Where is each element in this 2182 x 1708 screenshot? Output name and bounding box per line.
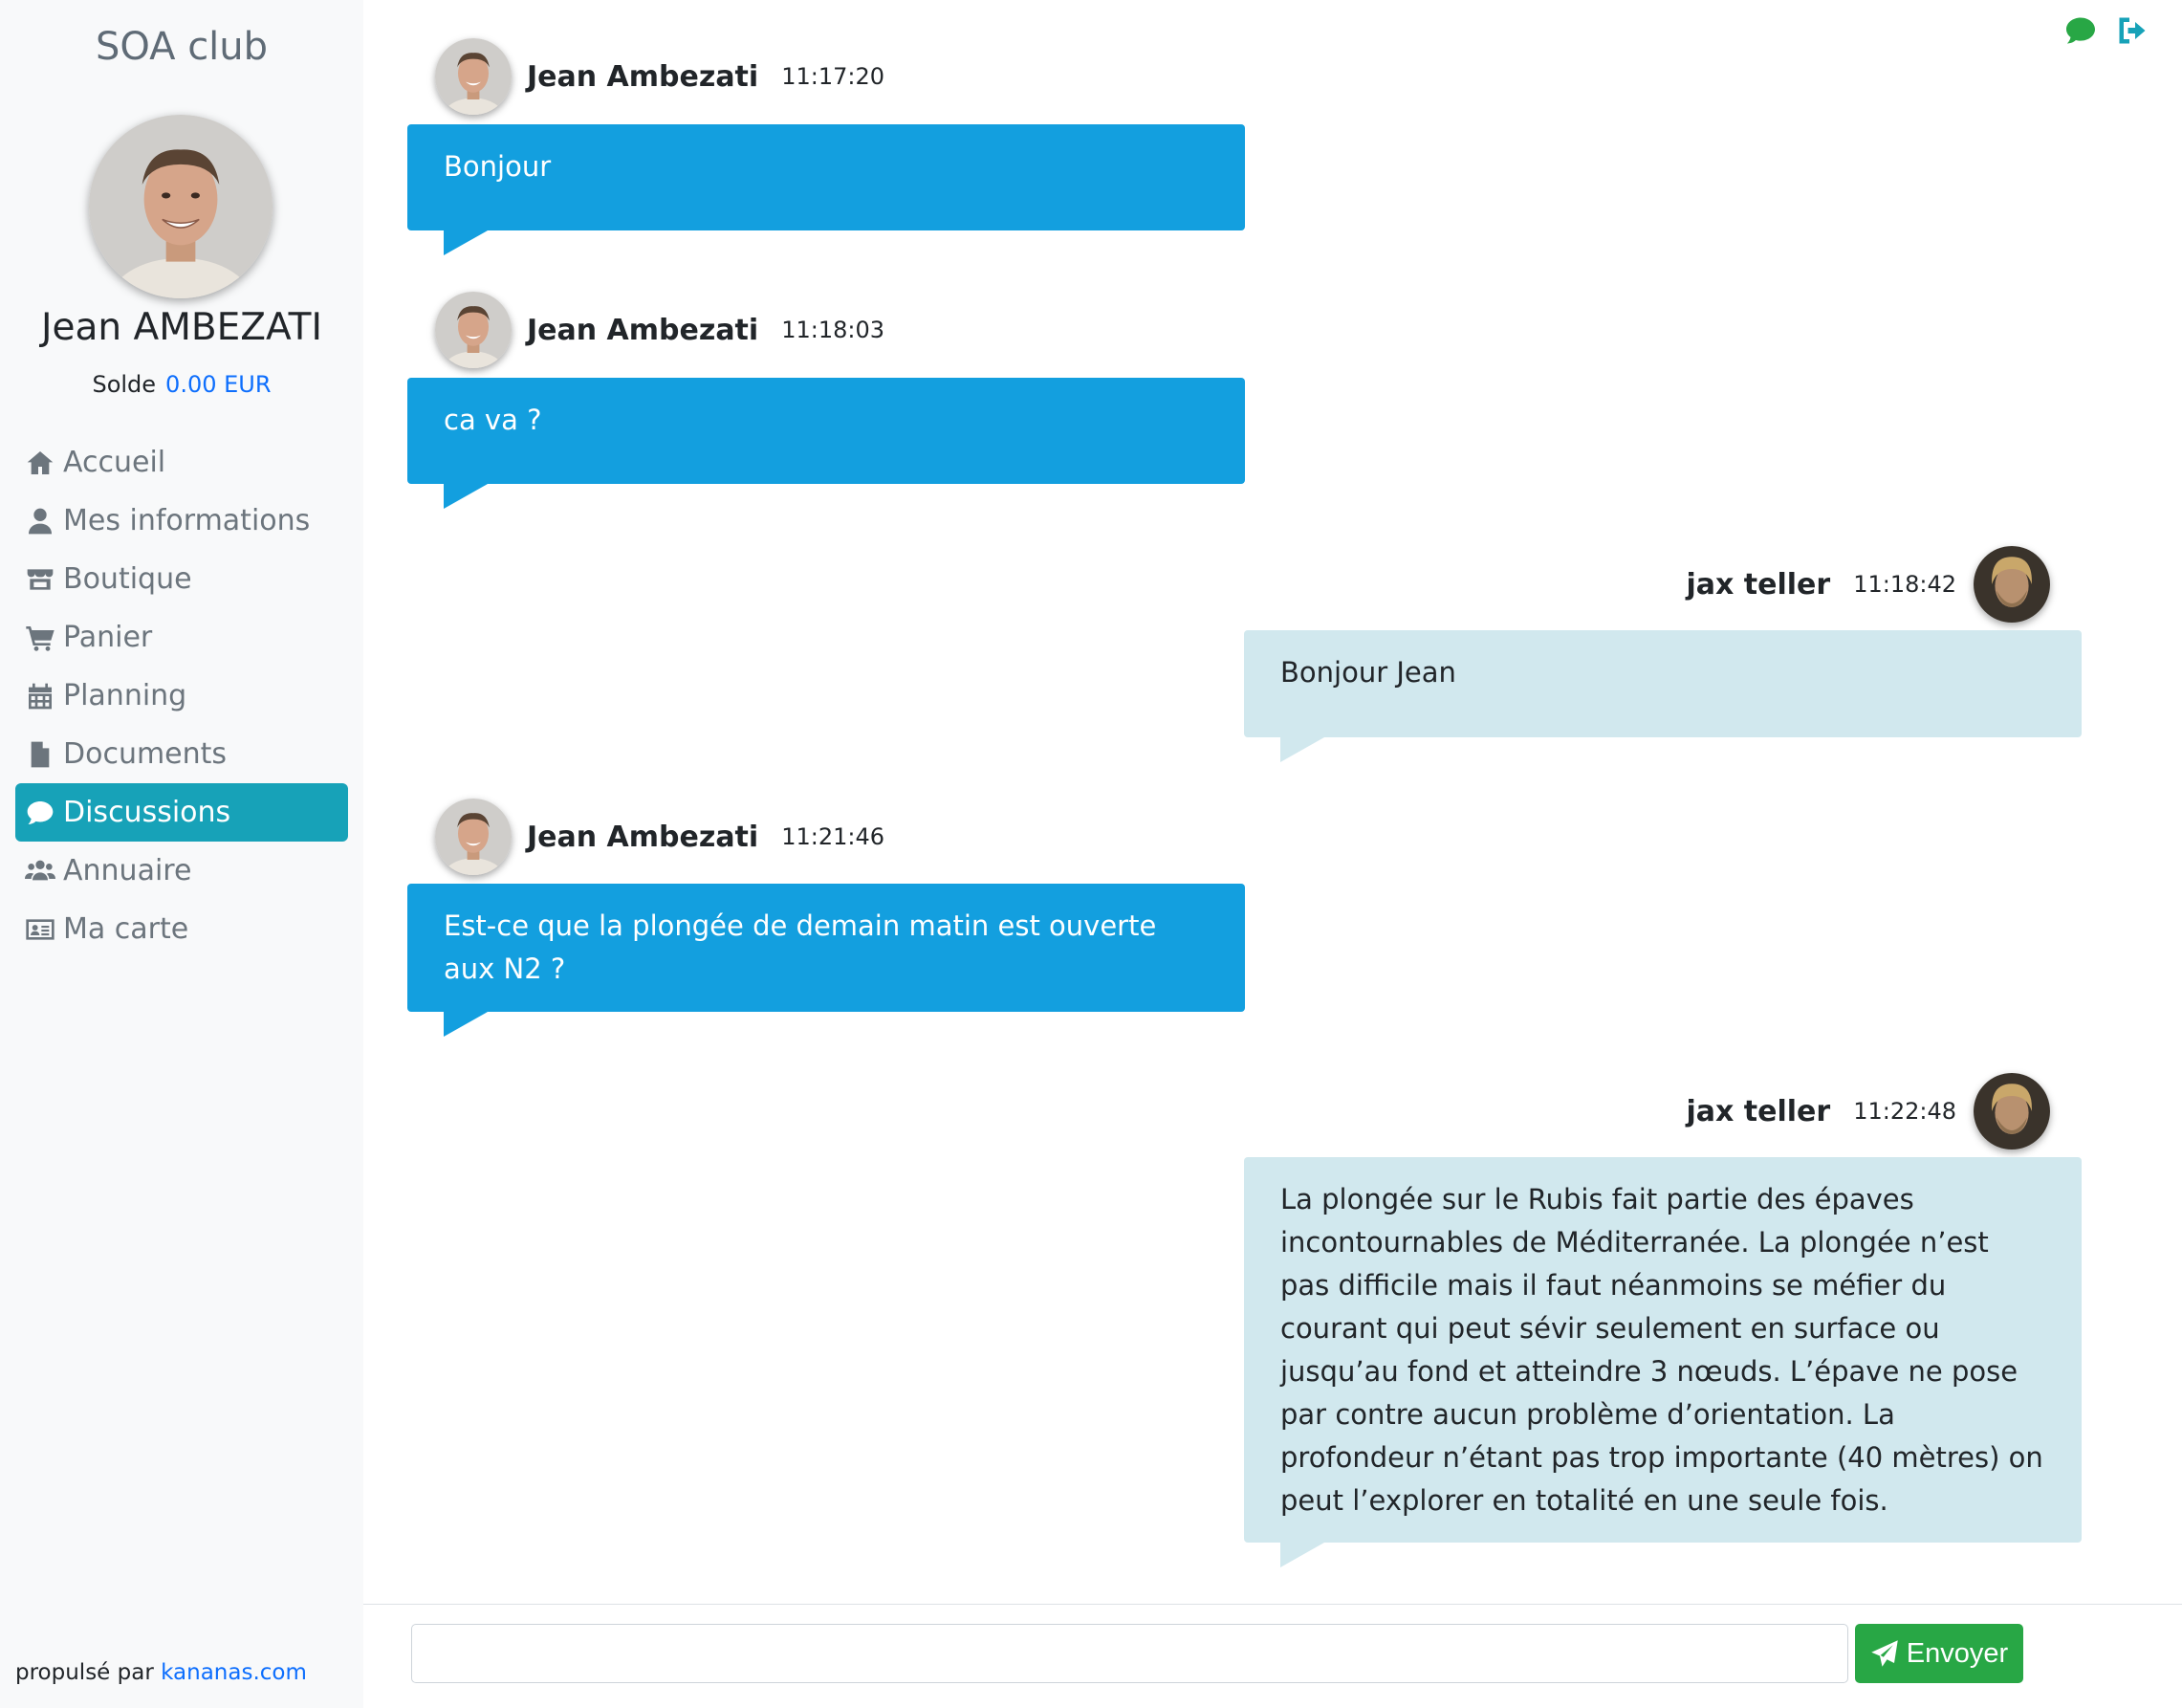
top-actions xyxy=(2063,13,2149,48)
send-icon xyxy=(1871,1640,1898,1667)
message-bubble: Bonjour Jean xyxy=(1244,630,2082,762)
nav-item-label: Documents xyxy=(63,737,228,771)
main-nav: Accueil Mes informations Boutique Panier… xyxy=(15,433,348,958)
message-bubble: Est-ce que la plongée de demain matin es… xyxy=(407,884,1245,1037)
message-text: Bonjour xyxy=(444,150,552,183)
nav-item-label: Annuaire xyxy=(63,854,192,887)
message-text: La plongée sur le Rubis fait partie des … xyxy=(1280,1183,2043,1517)
nav-item-documents[interactable]: Documents xyxy=(15,725,348,783)
nav-item-ma-carte[interactable]: Ma carte xyxy=(15,900,348,958)
file-icon xyxy=(23,737,57,772)
nav-item-accueil[interactable]: Accueil xyxy=(15,433,348,492)
nav-item-planning[interactable]: Planning xyxy=(15,667,348,725)
message-bubble: ca va ? xyxy=(407,378,1245,509)
balance: Solde 0.00 EUR xyxy=(0,371,363,398)
calendar-icon xyxy=(23,679,57,713)
avatar[interactable] xyxy=(1974,1073,2050,1150)
message-header: jax teller 11:18:42 xyxy=(1686,546,2050,623)
message-bubble: Bonjour xyxy=(407,124,1245,255)
users-icon xyxy=(23,854,57,888)
message-time: 11:18:03 xyxy=(781,317,884,343)
message-header: Jean Ambezati 11:21:46 xyxy=(435,799,884,875)
message-input[interactable] xyxy=(411,1624,1848,1683)
home-icon xyxy=(23,446,57,480)
message-time: 11:21:46 xyxy=(781,823,884,850)
powered-by: propulsé par kananas.com xyxy=(15,1660,307,1685)
profile-name: Jean AMBEZATI xyxy=(41,306,322,349)
nav-item-label: Mes informations xyxy=(63,504,311,537)
avatar[interactable] xyxy=(1974,546,2050,623)
message-time: 11:18:42 xyxy=(1853,571,1956,598)
nav-item-mes-informations[interactable]: Mes informations xyxy=(15,492,348,550)
message-text: Est-ce que la plongée de demain matin es… xyxy=(444,909,1157,985)
message-time: 11:17:20 xyxy=(781,63,884,90)
nav-item-label: Ma carte xyxy=(63,912,189,946)
composer-divider xyxy=(363,1604,2182,1605)
nav-item-label: Accueil xyxy=(63,446,166,479)
nav-item-label: Boutique xyxy=(63,562,192,596)
sign-out-icon[interactable] xyxy=(2115,13,2149,48)
nav-item-annuaire[interactable]: Annuaire xyxy=(15,842,348,900)
message-text: ca va ? xyxy=(444,404,542,436)
message-time: 11:22:48 xyxy=(1853,1098,1956,1125)
chat-icon[interactable] xyxy=(2063,13,2098,48)
balance-amount: 0.00 EUR xyxy=(165,371,272,398)
message-header: Jean Ambezati 11:18:03 xyxy=(435,292,884,368)
avatar[interactable] xyxy=(435,38,512,115)
id-card-icon xyxy=(23,912,57,947)
cart-icon xyxy=(23,621,57,655)
message-bubble: La plongée sur le Rubis fait partie des … xyxy=(1244,1157,2082,1567)
balance-label: Solde xyxy=(92,371,157,398)
message-author: Jean Ambezati xyxy=(527,820,759,854)
user-icon xyxy=(23,504,57,538)
sidebar: SOA club Jean AMBEZATI Solde 0.00 EUR Acc… xyxy=(0,0,363,1708)
store-icon xyxy=(23,562,57,597)
comment-icon xyxy=(23,796,57,830)
message-author: Jean Ambezati xyxy=(527,313,759,347)
powered-by-link[interactable]: kananas.com xyxy=(161,1660,307,1685)
send-button[interactable]: Envoyer xyxy=(1855,1624,2023,1683)
nav-item-label: Discussions xyxy=(63,796,231,829)
nav-item-label: Panier xyxy=(63,621,153,654)
club-name: SOA club xyxy=(95,25,269,69)
avatar[interactable] xyxy=(435,292,512,368)
powered-by-prefix: propulsé par xyxy=(15,1660,154,1685)
nav-item-panier[interactable]: Panier xyxy=(15,608,348,667)
message-author: Jean Ambezati xyxy=(527,59,759,94)
nav-item-label: Planning xyxy=(63,679,187,712)
nav-item-discussions[interactable]: Discussions xyxy=(15,783,348,842)
send-button-label: Envoyer xyxy=(1906,1637,2009,1669)
message-header: Jean Ambezati 11:17:20 xyxy=(435,38,884,115)
message-header: jax teller 11:22:48 xyxy=(1686,1073,2050,1150)
avatar[interactable] xyxy=(435,799,512,875)
profile-avatar[interactable] xyxy=(89,115,273,298)
message-text: Bonjour Jean xyxy=(1280,656,1456,689)
message-author: jax teller xyxy=(1686,567,1831,602)
message-author: jax teller xyxy=(1686,1094,1831,1128)
nav-item-boutique[interactable]: Boutique xyxy=(15,550,348,608)
